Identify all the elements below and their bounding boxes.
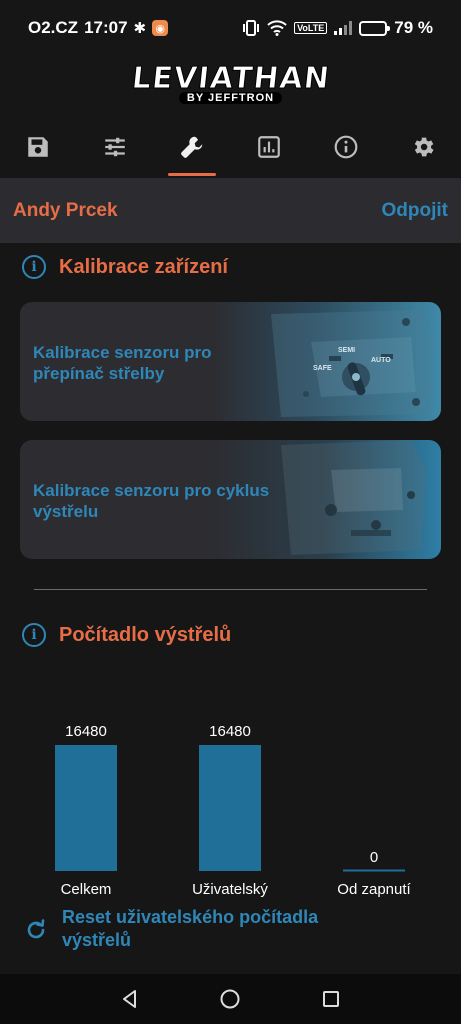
tab-save[interactable] <box>0 118 77 176</box>
gear-icon <box>414 137 434 157</box>
wifi-icon <box>267 20 287 36</box>
battery-icon <box>359 20 391 36</box>
info-icon <box>334 135 358 159</box>
calibration-title: Kalibrace zařízení <box>59 255 228 278</box>
bar-1 <box>199 745 261 871</box>
safe-label: SAFE <box>313 365 332 372</box>
shot-cycle-calibration-label: Kalibrace senzoru pro cyklus výstřelu <box>33 481 270 521</box>
auto-label: AUTO <box>371 357 391 364</box>
disconnect-button[interactable]: Odpojit <box>382 200 448 222</box>
system-nav-bar <box>0 974 461 1024</box>
semi-label: SEMI <box>338 347 355 354</box>
fire-selector-calibration-label: Kalibrace senzoru pro přepínač střelby <box>33 343 212 383</box>
clock: 17:07 <box>84 18 128 37</box>
back-icon[interactable] <box>119 988 141 1010</box>
notification-icon: ◉ <box>152 20 169 36</box>
status-bar: O2.CZ 17:07 ✱ ◉ VoLTE 79 % <box>0 0 461 56</box>
info-icon[interactable]: i <box>22 623 46 647</box>
counter-header: i Počítadlo výstřelů <box>22 623 231 647</box>
counter-title: Počítadlo výstřelů <box>59 623 232 646</box>
tab-bar <box>0 118 461 176</box>
device-name: Andy Prcek <box>13 199 118 221</box>
info-icon[interactable]: i <box>22 255 46 279</box>
bar-category-label-0: Celkem <box>61 881 112 898</box>
logo-main-text: LEVIATHAN <box>129 61 332 97</box>
recents-icon[interactable] <box>320 988 342 1010</box>
reset-user-counter-button[interactable]: Reset uživatelského počítadla výstřelů <box>24 906 382 952</box>
battery-percent: 79 % <box>394 18 433 37</box>
wrench-icon <box>181 136 203 158</box>
app-logo: LEVIATHAN BY JEFFTRON <box>0 56 461 112</box>
chart-icon <box>258 136 280 158</box>
shot-cycle-calibration-card[interactable]: Kalibrace senzoru pro cyklus výstřelu <box>20 440 441 559</box>
home-icon[interactable] <box>219 988 241 1010</box>
shot-counter-chart: 16480 Celkem 16480 Uživatelský 0 Od zapnutí <box>55 723 412 898</box>
tab-info[interactable] <box>307 118 384 176</box>
fire-selector-calibration-card[interactable]: SEMI SAFE AUTO Kalibrace senzoru pro pře… <box>20 302 441 421</box>
tab-settings-sliders[interactable] <box>77 118 154 176</box>
bar-value-label-1: 16480 <box>209 723 251 740</box>
calibration-header: i Kalibrace zařízení <box>22 255 228 279</box>
save-icon <box>28 137 49 157</box>
bar-category-label-2: Od zapnutí <box>337 881 411 898</box>
volte-badge: VoLTE <box>294 22 328 34</box>
device-bar: Andy Prcek Odpojit <box>0 178 461 243</box>
section-divider <box>34 589 427 590</box>
refresh-icon <box>27 919 45 939</box>
tab-settings[interactable] <box>384 118 461 176</box>
bar-category-label-1: Uživatelský <box>192 881 268 898</box>
signal-icon <box>334 21 353 35</box>
sliders-icon <box>105 137 125 157</box>
tab-statistics[interactable] <box>230 118 307 176</box>
bar-0 <box>55 745 117 871</box>
bar-value-label-2: 0 <box>370 849 378 866</box>
tab-tools[interactable] <box>154 118 231 176</box>
bluetooth-icon: ✱ <box>133 20 147 37</box>
carrier-label: O2.CZ <box>28 18 79 37</box>
bar-value-label-0: 16480 <box>65 723 107 740</box>
vibrate-icon <box>243 20 260 36</box>
reset-user-counter-label: Reset uživatelského počítadla výstřelů <box>62 907 319 950</box>
